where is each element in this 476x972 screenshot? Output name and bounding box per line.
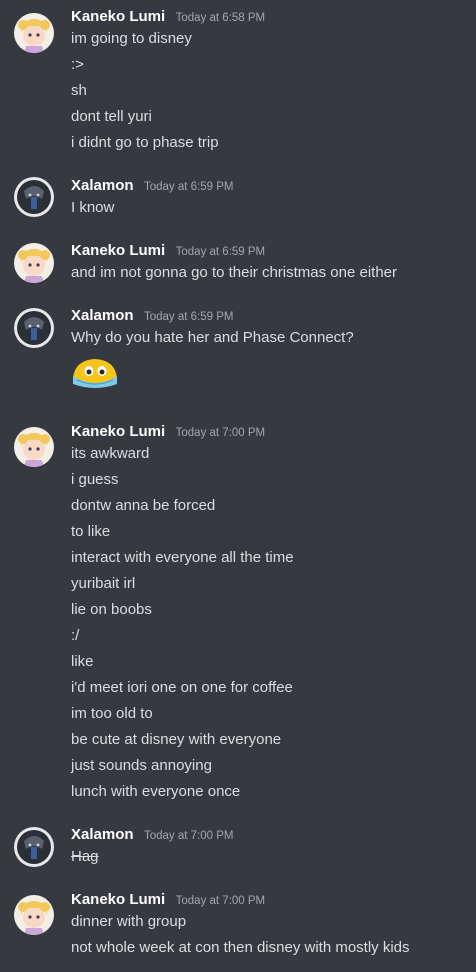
- message-text: and im not gonna go to their christmas o…: [71, 264, 398, 281]
- anime-girl-avatar-icon: [14, 427, 54, 467]
- timestamp[interactable]: Today at 7:00 PM: [176, 895, 266, 907]
- dark-character-avatar-icon: [14, 308, 54, 348]
- anime-girl-avatar-icon: [14, 895, 54, 935]
- timestamp[interactable]: Today at 6:58 PM: [176, 12, 266, 24]
- message-text: Why do you hate her and Phase Connect?: [71, 329, 354, 346]
- message-header: Xalamon Today at 7:00 PM: [71, 826, 233, 846]
- message-text: interact with everyone all the time: [71, 549, 294, 566]
- custom-emoji[interactable]: [71, 356, 119, 390]
- message-text: not whole week at con then disney with m…: [71, 939, 410, 956]
- message-text: im going to disney: [71, 30, 192, 47]
- avatar-xalamon[interactable]: [14, 827, 54, 867]
- message-text: like: [71, 653, 94, 670]
- timestamp[interactable]: Today at 7:00 PM: [176, 427, 266, 439]
- message-header: Kaneko Lumi Today at 7:00 PM: [71, 423, 265, 443]
- message-header: Kaneko Lumi Today at 6:59 PM: [71, 242, 265, 262]
- avatar-kaneko-lumi[interactable]: [14, 427, 54, 467]
- message-text: to like: [71, 523, 111, 540]
- message-text: i guess: [71, 471, 119, 488]
- anime-girl-avatar-icon: [14, 243, 54, 283]
- message-text: its awkward: [71, 445, 150, 462]
- message-text: i didnt go to phase trip: [71, 134, 219, 151]
- message-text-strikethrough: Hag: [71, 848, 99, 865]
- message-text: :/: [71, 627, 80, 644]
- timestamp[interactable]: Today at 7:00 PM: [144, 830, 234, 842]
- avatar-kaneko-lumi[interactable]: [14, 13, 54, 53]
- username[interactable]: Kaneko Lumi: [71, 8, 165, 25]
- message-text: I know: [71, 199, 115, 216]
- dark-character-avatar-icon: [14, 177, 54, 217]
- message-text: dinner with group: [71, 913, 187, 930]
- username[interactable]: Xalamon: [71, 177, 134, 194]
- message-text: lie on boobs: [71, 601, 152, 618]
- message-text: just sounds annoying: [71, 757, 212, 774]
- message-text: im too old to: [71, 705, 153, 722]
- username[interactable]: Xalamon: [71, 826, 134, 843]
- username[interactable]: Xalamon: [71, 307, 134, 324]
- message-header: Kaneko Lumi Today at 6:58 PM: [71, 8, 265, 28]
- username[interactable]: Kaneko Lumi: [71, 891, 165, 908]
- message-text: i'd meet iori one on one for coffee: [71, 679, 293, 696]
- username[interactable]: Kaneko Lumi: [71, 423, 165, 440]
- message-text: lunch with everyone once: [71, 783, 241, 800]
- timestamp[interactable]: Today at 6:59 PM: [176, 246, 266, 258]
- crying-face-emoji-icon: [73, 359, 117, 388]
- timestamp[interactable]: Today at 6:59 PM: [144, 311, 234, 323]
- message-header: Kaneko Lumi Today at 7:00 PM: [71, 891, 265, 911]
- message-text: dontw anna be forced: [71, 497, 216, 514]
- message-text: dont tell yuri: [71, 108, 152, 125]
- avatar-kaneko-lumi[interactable]: [14, 895, 54, 935]
- dark-character-avatar-icon: [14, 827, 54, 867]
- message-header: Xalamon Today at 6:59 PM: [71, 177, 233, 197]
- message-text: :>: [71, 56, 84, 73]
- anime-girl-avatar-icon: [14, 13, 54, 53]
- avatar-xalamon[interactable]: [14, 177, 54, 217]
- username[interactable]: Kaneko Lumi: [71, 242, 165, 259]
- message-text: yuribait irl: [71, 575, 136, 592]
- avatar-xalamon[interactable]: [14, 308, 54, 348]
- message-text: sh: [71, 82, 87, 99]
- avatar-kaneko-lumi[interactable]: [14, 243, 54, 283]
- message-text: be cute at disney with everyone: [71, 731, 282, 748]
- message-header: Xalamon Today at 6:59 PM: [71, 307, 233, 327]
- timestamp[interactable]: Today at 6:59 PM: [144, 181, 234, 193]
